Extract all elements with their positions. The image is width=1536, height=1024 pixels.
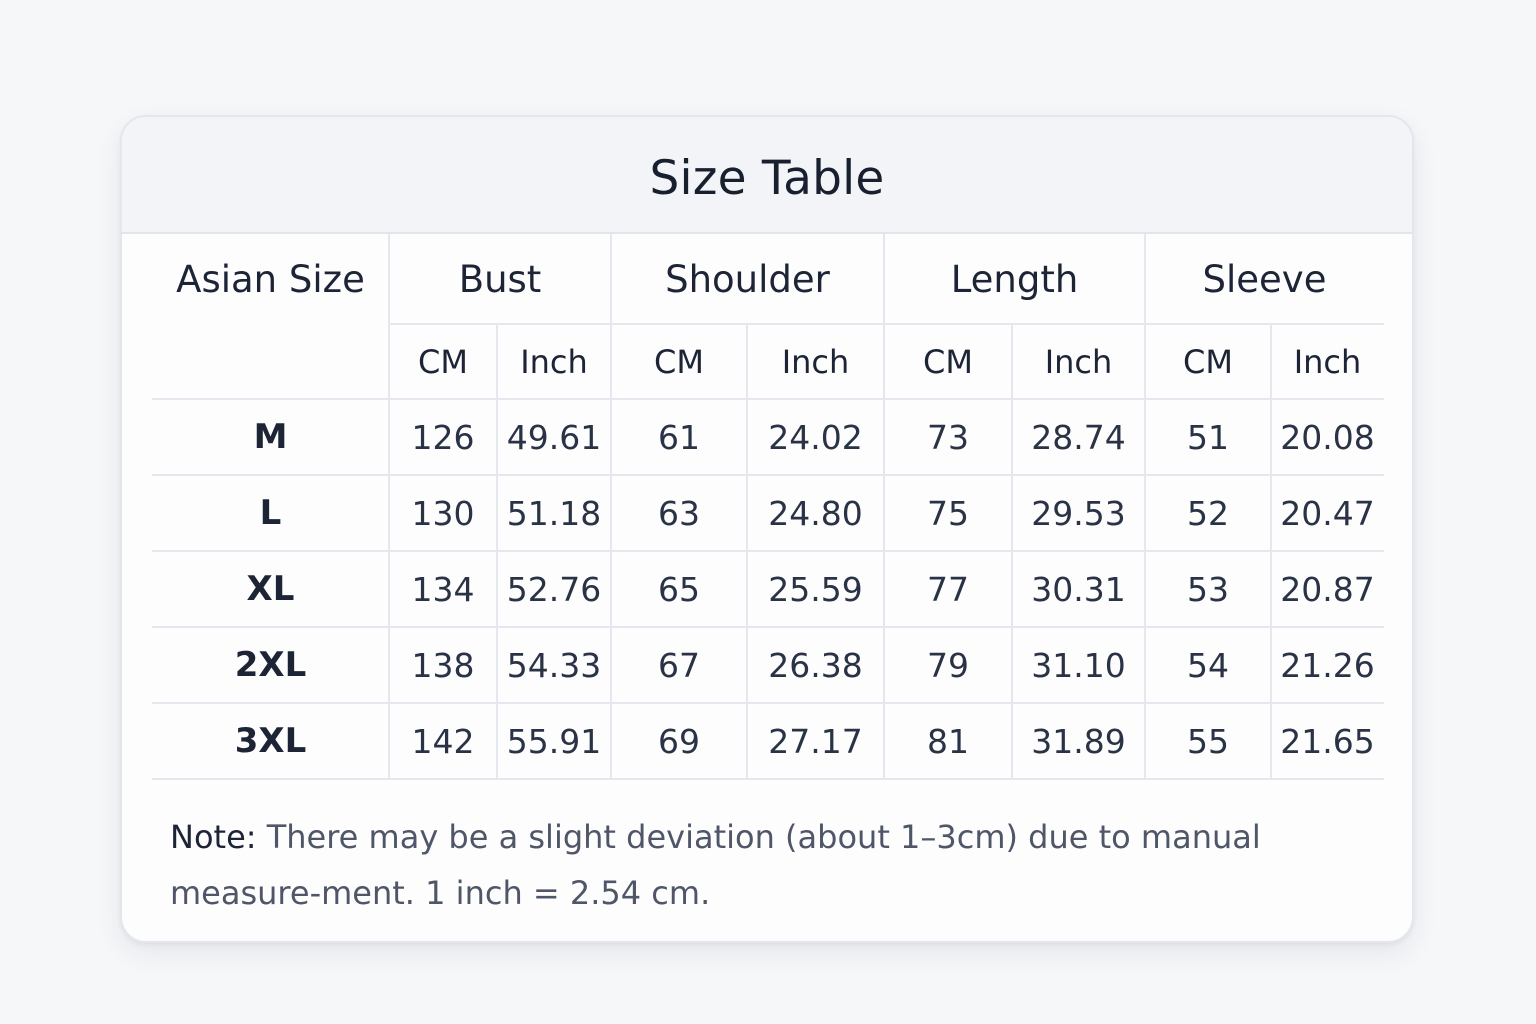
table-cell: 25.59 xyxy=(768,569,863,609)
table-cell: 142 xyxy=(411,721,475,761)
unit-header: CM xyxy=(418,342,468,381)
table-cell: 73 xyxy=(927,417,969,457)
unit-divider-line xyxy=(1270,324,1272,779)
unit-header: Inch xyxy=(1044,342,1113,381)
table-cell: 49.61 xyxy=(506,417,602,457)
unit-header: CM xyxy=(923,342,973,381)
table-cell: 134 xyxy=(411,569,475,609)
unit-header: CM xyxy=(1183,342,1233,381)
table-cell: 54.33 xyxy=(506,645,602,685)
unit-divider-line xyxy=(746,324,748,779)
table-cell: 75 xyxy=(927,493,969,533)
column-divider-line xyxy=(388,234,390,779)
table-cell: 28.74 xyxy=(1031,417,1126,457)
table-cell: 63 xyxy=(658,493,700,533)
size-table-card: Size Table Asian Size Bust Shoulder Length S… xyxy=(120,115,1414,943)
table-cell: 51.18 xyxy=(506,493,602,533)
table-cell: 130 xyxy=(411,493,475,533)
measurement-note: Note: There may be a slight deviation (a… xyxy=(170,809,1390,921)
unit-header: Inch xyxy=(781,342,850,381)
table-cell: 53 xyxy=(1187,569,1229,609)
table-cell: 27.17 xyxy=(768,721,863,761)
row-divider-line xyxy=(152,550,1384,552)
column-group-header: Length xyxy=(950,257,1079,301)
table-cell: 20.08 xyxy=(1280,417,1375,457)
table-cell: 30.31 xyxy=(1031,569,1126,609)
asian-size-header: Asian Size xyxy=(176,257,365,301)
size-label: 2XL xyxy=(234,645,307,685)
table-cell: 65 xyxy=(658,569,700,609)
table-cell: 67 xyxy=(658,645,700,685)
card-header: Size Table xyxy=(122,117,1412,234)
size-label: L xyxy=(259,493,282,533)
note-text: There may be a slight deviation (about 1… xyxy=(170,818,1261,912)
table-cell: 51 xyxy=(1187,417,1229,457)
table-cell: 79 xyxy=(927,645,969,685)
table-cell: 55.91 xyxy=(506,721,602,761)
table-cell: 61 xyxy=(658,417,700,457)
table-cell: 29.53 xyxy=(1031,493,1126,533)
column-divider-line xyxy=(883,234,885,779)
size-label: M xyxy=(253,417,288,457)
unit-header: Inch xyxy=(1293,342,1362,381)
column-group-header: Sleeve xyxy=(1202,257,1327,301)
table-cell: 81 xyxy=(927,721,969,761)
row-divider-line xyxy=(152,702,1384,704)
table-cell: 20.47 xyxy=(1280,493,1375,533)
size-label: 3XL xyxy=(234,721,307,761)
table-cell: 55 xyxy=(1187,721,1229,761)
group-divider-line xyxy=(389,323,1384,325)
page-title: Size Table xyxy=(649,151,885,206)
table-cell: 24.02 xyxy=(768,417,863,457)
row-divider-line xyxy=(152,474,1384,476)
column-group-header: Bust xyxy=(458,257,542,301)
table-cell: 21.65 xyxy=(1280,721,1375,761)
table-cell: 21.26 xyxy=(1280,645,1375,685)
size-label: XL xyxy=(246,569,295,609)
table-cell: 24.80 xyxy=(768,493,863,533)
table-cell: 31.10 xyxy=(1031,645,1126,685)
unit-header: Inch xyxy=(520,342,588,381)
row-divider-line xyxy=(152,626,1384,628)
unit-divider-line xyxy=(1011,324,1013,779)
column-divider-line xyxy=(1144,234,1146,779)
table-cell: 20.87 xyxy=(1280,569,1375,609)
unit-header: CM xyxy=(654,342,704,381)
table-cell: 31.89 xyxy=(1031,721,1126,761)
column-divider-line xyxy=(610,234,612,779)
unit-divider-line xyxy=(496,324,498,779)
header-divider-line xyxy=(152,398,1384,400)
row-divider-line xyxy=(152,778,1384,780)
table-cell: 138 xyxy=(411,645,475,685)
table-cell: 69 xyxy=(658,721,700,761)
table-cell: 126 xyxy=(411,417,475,457)
table-cell: 77 xyxy=(927,569,969,609)
table-cell: 52 xyxy=(1187,493,1229,533)
table-cell: 52.76 xyxy=(506,569,602,609)
note-label: Note: xyxy=(170,818,257,856)
table-cell: 26.38 xyxy=(768,645,863,685)
table-cell: 54 xyxy=(1187,645,1229,685)
column-group-header: Shoulder xyxy=(665,257,830,301)
